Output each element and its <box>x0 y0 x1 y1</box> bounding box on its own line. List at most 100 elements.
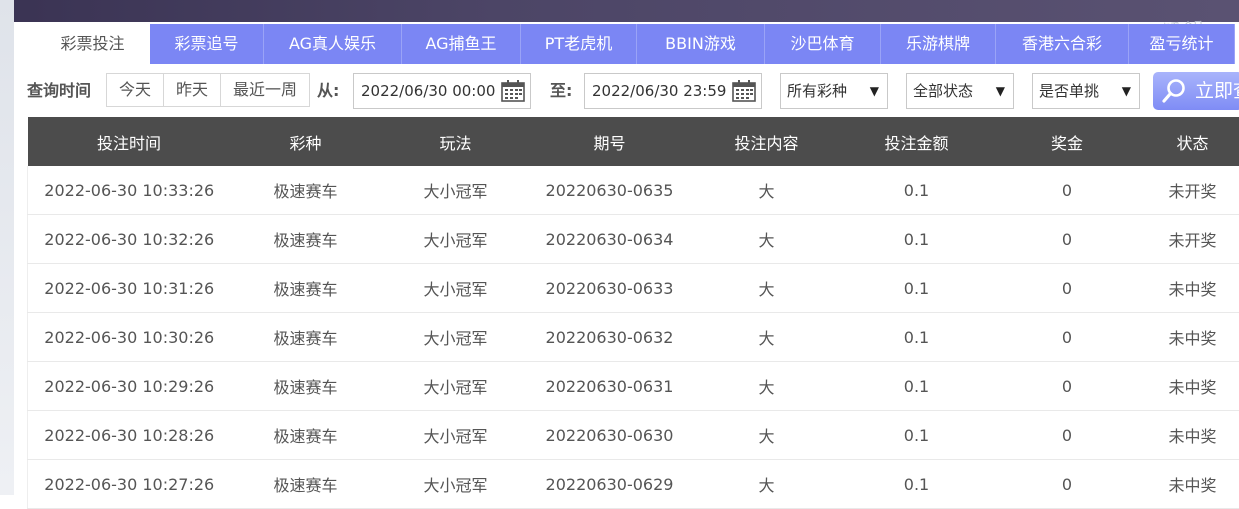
status-value: 全部状态 <box>913 82 973 100</box>
bet-content-cell: 大 <box>689 264 845 313</box>
play-type-cell: 大小冠军 <box>381 362 531 411</box>
bet-time-cell: 2022-06-30 10:33:26 <box>28 166 231 215</box>
table-row[interactable]: 2022-06-30 10:29:26 极速赛车 大小冠军 20220630-0… <box>28 362 1239 411</box>
prize-cell: 0 <box>989 362 1146 411</box>
play-type-cell: 大小冠军 <box>381 264 531 313</box>
yesterday-button[interactable]: 昨天 <box>164 74 221 106</box>
tab-lottery-bet[interactable]: 彩票投注 <box>35 24 150 64</box>
lottery-type-select[interactable]: 所有彩种 ▼ <box>780 73 888 109</box>
lottery-type-value: 所有彩种 <box>787 82 847 100</box>
category-tabs: 彩票投注 彩票追号 AG真人娱乐 AG捕鱼王 PT老虎机 BBIN游戏 沙巴体育… <box>35 24 1235 64</box>
table-row[interactable]: 2022-06-30 10:33:26 极速赛车 大小冠军 20220630-0… <box>28 166 1239 215</box>
table-row[interactable]: 2022-06-30 10:32:26 极速赛车 大小冠军 20220630-0… <box>28 215 1239 264</box>
bet-amount-cell: 0.1 <box>845 362 989 411</box>
play-type-cell: 大小冠军 <box>381 215 531 264</box>
tab-lottery-chase[interactable]: 彩票追号 <box>150 24 264 64</box>
column-header: 期号 <box>531 117 689 166</box>
period-cell: 20220630-0630 <box>531 411 689 460</box>
table-row[interactable]: 2022-06-30 10:27:26 极速赛车 大小冠军 20220630-0… <box>28 460 1239 509</box>
calendar-icon[interactable] <box>732 80 756 102</box>
column-header: 状态 <box>1146 117 1239 166</box>
query-button-label: 立即查 <box>1195 72 1239 110</box>
lottery-type-cell: 极速赛车 <box>231 166 381 215</box>
end-date-field[interactable]: 2022/06/30 23:59 <box>584 73 762 109</box>
period-cell: 20220630-0635 <box>531 166 689 215</box>
single-bet-select[interactable]: 是否单挑 ▼ <box>1032 73 1140 109</box>
prize-cell: 0 <box>989 460 1146 509</box>
prize-cell: 0 <box>989 313 1146 362</box>
play-type-cell: 大小冠军 <box>381 313 531 362</box>
lottery-type-cell: 极速赛车 <box>231 313 381 362</box>
quick-range-group: 今天 昨天 最近一周 <box>106 73 310 107</box>
bet-content-cell: 大 <box>689 215 845 264</box>
column-header: 投注金额 <box>845 117 989 166</box>
start-date-value: 2022/06/30 00:00 <box>361 82 495 100</box>
from-label: 从: <box>317 73 339 109</box>
bet-time-cell: 2022-06-30 10:28:26 <box>28 411 231 460</box>
tab-pt-slots[interactable]: PT老虎机 <box>521 24 637 64</box>
play-type-cell: 大小冠军 <box>381 460 531 509</box>
period-cell: 20220630-0633 <box>531 264 689 313</box>
bet-content-cell: 大 <box>689 411 845 460</box>
bet-content-cell: 大 <box>689 166 845 215</box>
bet-amount-cell: 0.1 <box>845 313 989 362</box>
table-row[interactable]: 2022-06-30 10:31:26 极速赛车 大小冠军 20220630-0… <box>28 264 1239 313</box>
column-header: 投注内容 <box>689 117 845 166</box>
to-label: 至: <box>550 73 572 109</box>
calendar-icon[interactable] <box>501 80 525 102</box>
dropdown-arrow-icon: ▼ <box>870 74 879 108</box>
lottery-type-cell: 极速赛车 <box>231 264 381 313</box>
tab-profit-stats[interactable]: 盈亏统计 <box>1129 24 1235 64</box>
prize-cell: 0 <box>989 264 1146 313</box>
single-bet-value: 是否单挑 <box>1039 82 1099 100</box>
end-date-value: 2022/06/30 23:59 <box>592 82 726 100</box>
status-cell: 未中奖 <box>1146 460 1239 509</box>
dropdown-arrow-icon: ▼ <box>1122 74 1131 108</box>
bet-time-cell: 2022-06-30 10:29:26 <box>28 362 231 411</box>
bet-amount-cell: 0.1 <box>845 215 989 264</box>
status-cell: 未中奖 <box>1146 362 1239 411</box>
status-cell: 未中奖 <box>1146 313 1239 362</box>
prize-cell: 0 <box>989 166 1146 215</box>
filter-bar: 查询时间 今天 昨天 最近一周 从: 2022/06/30 00:00 至: 2… <box>27 73 1239 109</box>
tab-ag-live[interactable]: AG真人娱乐 <box>264 24 402 64</box>
bet-time-cell: 2022-06-30 10:30:26 <box>28 313 231 362</box>
bet-records-table: 投注时间 彩种 玩法 期号 投注内容 投注金额 奖金 状态 2022-06-30… <box>27 117 1239 509</box>
tab-ag-fishing[interactable]: AG捕鱼王 <box>402 24 521 64</box>
bet-content-cell: 大 <box>689 313 845 362</box>
lottery-type-cell: 极速赛车 <box>231 362 381 411</box>
column-header: 投注时间 <box>28 117 231 166</box>
last-week-button[interactable]: 最近一周 <box>221 74 309 106</box>
status-cell: 未开奖 <box>1146 166 1239 215</box>
bet-time-cell: 2022-06-30 10:32:26 <box>28 215 231 264</box>
play-type-cell: 大小冠军 <box>381 166 531 215</box>
today-button[interactable]: 今天 <box>107 74 164 106</box>
tab-leyou-chess[interactable]: 乐游棋牌 <box>881 24 996 64</box>
bet-time-cell: 2022-06-30 10:31:26 <box>28 264 231 313</box>
period-cell: 20220630-0632 <box>531 313 689 362</box>
lottery-type-cell: 极速赛车 <box>231 460 381 509</box>
start-date-field[interactable]: 2022/06/30 00:00 <box>353 73 531 109</box>
table-row[interactable]: 2022-06-30 10:28:26 极速赛车 大小冠军 20220630-0… <box>28 411 1239 460</box>
status-select[interactable]: 全部状态 ▼ <box>906 73 1014 109</box>
dropdown-arrow-icon: ▼ <box>996 74 1005 108</box>
lottery-type-cell: 极速赛车 <box>231 215 381 264</box>
tab-bbin-games[interactable]: BBIN游戏 <box>637 24 765 64</box>
table-header-row: 投注时间 彩种 玩法 期号 投注内容 投注金额 奖金 状态 <box>28 117 1239 166</box>
lottery-type-cell: 极速赛车 <box>231 411 381 460</box>
prize-cell: 0 <box>989 215 1146 264</box>
search-icon <box>1161 78 1187 104</box>
query-time-label: 查询时间 <box>27 73 91 109</box>
query-button[interactable]: 立即查 <box>1153 72 1239 110</box>
bet-time-cell: 2022-06-30 10:27:26 <box>28 460 231 509</box>
period-cell: 20220630-0634 <box>531 215 689 264</box>
bet-content-cell: 大 <box>689 460 845 509</box>
bet-amount-cell: 0.1 <box>845 264 989 313</box>
table-row[interactable]: 2022-06-30 10:30:26 极速赛车 大小冠军 20220630-0… <box>28 313 1239 362</box>
tab-hk-mark-six[interactable]: 香港六合彩 <box>996 24 1129 64</box>
prize-cell: 0 <box>989 411 1146 460</box>
top-header-bar <box>0 0 1239 22</box>
tab-saba-sports[interactable]: 沙巴体育 <box>765 24 881 64</box>
play-type-cell: 大小冠军 <box>381 411 531 460</box>
left-edge-panel <box>0 0 14 495</box>
